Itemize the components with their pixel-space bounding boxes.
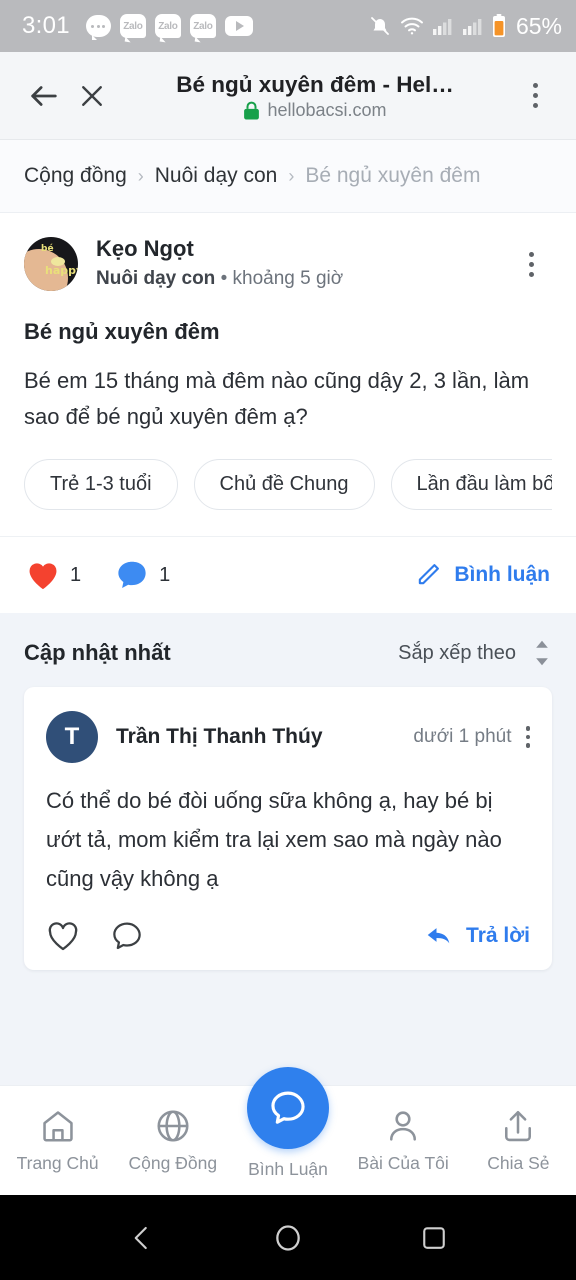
reply-arrow-icon <box>426 924 454 948</box>
tag-chip[interactable]: Chủ đề Chung <box>193 459 375 510</box>
comment-menu-button[interactable] <box>525 726 530 748</box>
chat-bubble-filled-icon[interactable] <box>115 559 149 591</box>
post-submeta: Nuôi dạy con • khoảng 5 giờ <box>96 265 510 293</box>
share-icon <box>499 1107 537 1145</box>
nav-label-community: Cộng Đồng <box>128 1153 218 1173</box>
bell-muted-icon <box>368 14 392 38</box>
messages-icon <box>85 15 111 40</box>
comment-time: dưới 1 phút <box>413 726 512 747</box>
breadcrumb: Cộng đồng › Nuôi dạy con › Bé ngủ xuyên … <box>0 140 576 212</box>
android-back-icon[interactable] <box>127 1223 157 1253</box>
nav-item-home[interactable]: Trang Chủ <box>0 1107 115 1174</box>
globe-icon <box>154 1107 192 1145</box>
bottom-navigation: Trang Chủ Cộng Đồng Bình Luận Bài Của Tô… <box>0 1067 576 1195</box>
post-tags: Trẻ 1-3 tuổi Chủ đề Chung Lần đầu làm bố… <box>24 459 552 536</box>
nav-item-my-posts[interactable]: Bài Của Tôi <box>346 1107 461 1174</box>
breadcrumb-separator: › <box>137 165 144 186</box>
wifi-icon <box>400 16 424 36</box>
avatar-photo-detail: bé <box>41 244 54 254</box>
sort-label: Sắp xếp theo <box>398 641 516 664</box>
url-row: hellobacsi.com <box>122 100 508 121</box>
close-button[interactable] <box>68 72 116 120</box>
comments-sort-row: Cập nhật nhất Sắp xếp theo <box>0 613 576 687</box>
person-icon <box>384 1107 422 1145</box>
reply-button-label: Trả lời <box>466 924 530 947</box>
lock-icon <box>243 101 260 120</box>
battery-icon <box>492 14 506 38</box>
chat-bubble-icon <box>267 1087 309 1129</box>
zalo-icon: Zalo <box>119 14 146 38</box>
sort-updown-icon[interactable] <box>532 639 552 667</box>
android-home-icon[interactable] <box>272 1222 304 1254</box>
zalo-icon: Zalo <box>189 14 216 38</box>
avatar-photo-detail: happy <box>45 264 78 277</box>
status-bar: 3:01 Zalo Zalo Zalo 65% <box>0 0 576 52</box>
tag-chip[interactable]: Lần đầu làm bố m <box>390 459 552 510</box>
url-text: hellobacsi.com <box>267 99 387 120</box>
nav-label-my-posts: Bài Của Tôi <box>357 1153 449 1173</box>
comment-card: T Trần Thị Thanh Thúy dưới 1 phút Có thể… <box>24 687 552 970</box>
android-navigation-bar <box>0 1195 576 1280</box>
reply-button[interactable]: Trả lời <box>426 924 530 948</box>
comment-count: 1 <box>159 563 171 586</box>
signal-icon <box>432 17 454 35</box>
like-count: 1 <box>70 563 82 586</box>
comment-body: Có thể do bé đòi uống sữa không ạ, hay b… <box>46 788 502 891</box>
comment-actions: Trả lời <box>46 920 530 952</box>
heart-filled-icon[interactable] <box>26 559 60 591</box>
avatar[interactable]: bé happy <box>24 237 78 291</box>
comment-count-group[interactable]: 1 <box>115 559 170 591</box>
browser-menu-button[interactable] <box>514 72 556 120</box>
post-body: Bé em 15 tháng mà đêm nào cũng dậy 2, 3 … <box>24 368 530 429</box>
nav-item-comment[interactable]: Bình Luận <box>230 1067 345 1180</box>
comment-button-label: Bình luận <box>454 563 550 586</box>
sort-control[interactable]: Sắp xếp theo <box>398 639 552 667</box>
post-author-meta: Kẹo Ngọt Nuôi dạy con • khoảng 5 giờ <box>96 235 510 293</box>
post-engagement-bar: 1 1 Bình luận <box>0 536 576 613</box>
signal-icon <box>462 17 484 35</box>
phone-screen: 3:01 Zalo Zalo Zalo 65% Bé ngủ xuyên đêm… <box>0 0 576 1280</box>
like-group[interactable]: 1 <box>26 559 81 591</box>
post-meta-separator: • <box>220 268 228 289</box>
comments-heading: Cập nhật nhất <box>24 640 171 665</box>
android-recents-icon[interactable] <box>419 1223 449 1253</box>
post-card: bé happy Kẹo Ngọt Nuôi dạy con • khoảng … <box>0 212 576 536</box>
youtube-icon <box>224 16 253 36</box>
back-button[interactable] <box>20 72 68 120</box>
pencil-icon <box>414 561 442 589</box>
post-time: khoảng 5 giờ <box>232 268 344 289</box>
breadcrumb-item-community[interactable]: Cộng đồng <box>24 164 127 188</box>
nav-label-comment: Bình Luận <box>248 1159 328 1179</box>
tag-chip[interactable]: Trẻ 1-3 tuổi <box>24 459 178 510</box>
status-notification-icons: Zalo Zalo Zalo <box>85 14 253 40</box>
post-header: bé happy Kẹo Ngọt Nuôi dạy con • khoảng … <box>24 235 552 293</box>
avatar[interactable]: T <box>46 711 98 763</box>
post-author-name[interactable]: Kẹo Ngọt <box>96 235 510 263</box>
status-time: 3:01 <box>22 12 70 39</box>
comment-fab-button[interactable] <box>247 1067 329 1149</box>
status-system-icons: 65% <box>368 13 562 40</box>
nav-label-share: Chia Sẻ <box>487 1153 550 1173</box>
comment-button[interactable]: Bình luận <box>414 561 550 589</box>
heart-outline-icon[interactable] <box>46 920 80 952</box>
battery-percent: 65% <box>515 12 562 39</box>
comment-header: T Trần Thị Thanh Thúy dưới 1 phút <box>46 711 530 763</box>
browser-title-area[interactable]: Bé ngủ xuyên đêm - Hel… hellobacsi.com <box>116 71 514 121</box>
nav-label-home: Trang Chủ <box>16 1153 99 1173</box>
browser-header: Bé ngủ xuyên đêm - Hel… hellobacsi.com <box>0 52 576 140</box>
post-category[interactable]: Nuôi dạy con <box>96 268 215 289</box>
chat-bubble-outline-icon[interactable] <box>110 920 144 952</box>
breadcrumb-item-current: Bé ngủ xuyên đêm <box>305 164 481 187</box>
zalo-icon: Zalo <box>154 14 181 38</box>
post-menu-button[interactable] <box>510 240 552 288</box>
page-title: Bé ngủ xuyên đêm - Hel… <box>176 71 454 97</box>
nav-item-share[interactable]: Chia Sẻ <box>461 1107 576 1174</box>
home-icon <box>39 1107 77 1145</box>
comment-author-name[interactable]: Trần Thị Thanh Thúy <box>116 725 323 749</box>
breadcrumb-separator: › <box>288 165 295 186</box>
nav-item-community[interactable]: Cộng Đồng <box>115 1107 230 1174</box>
breadcrumb-item-parenting[interactable]: Nuôi dạy con <box>155 164 278 188</box>
post-title: Bé ngủ xuyên đêm <box>24 319 220 344</box>
